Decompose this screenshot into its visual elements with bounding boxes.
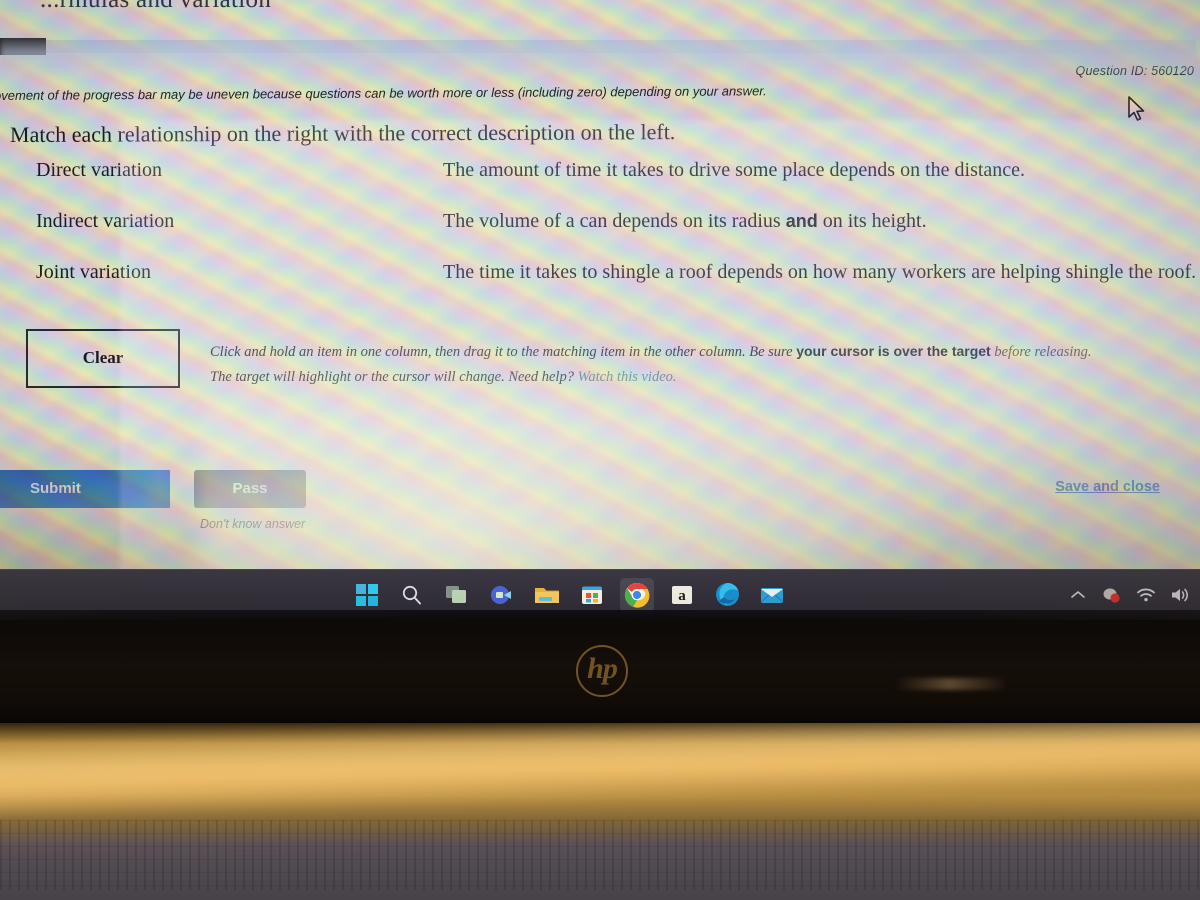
drag-instructions: Click and hold an item in one column, th…: [210, 339, 1160, 390]
svg-text:a: a: [678, 588, 686, 604]
pass-caption: Don't know answer: [200, 517, 306, 531]
volume-icon[interactable]: [1170, 585, 1190, 605]
match-left-item-1[interactable]: Direct variation: [30, 156, 168, 185]
screen-bottom-edge: [0, 610, 1200, 620]
match-row: Indirect variation The volume of a can d…: [0, 207, 1200, 258]
bezel-reflection: [895, 678, 1005, 690]
progress-bar: [0, 38, 1196, 55]
google-chrome-icon[interactable]: [620, 577, 654, 612]
match-row: Direct variation The amount of time it t…: [0, 156, 1200, 207]
file-explorer-icon[interactable]: [530, 578, 564, 612]
microsoft-store-icon[interactable]: [575, 578, 609, 612]
drag-instructions-line-1-a: Click and hold an item in one column, th…: [210, 344, 797, 360]
mail-icon[interactable]: [755, 578, 789, 612]
match-left-item-3[interactable]: Joint variation: [30, 258, 157, 287]
match-right-item-2[interactable]: The volume of a can depends on its radiu…: [437, 207, 933, 236]
photo-of-laptop-screen: hp ...rmulas and variation Question ID: …: [0, 0, 1200, 900]
matching-area: Direct variation The amount of time it t…: [0, 156, 1200, 309]
progress-bar-fill: [0, 38, 46, 55]
drag-instructions-emphasis: your cursor is over the target: [796, 343, 991, 359]
question-prompt: Match each relationship on the right wit…: [9, 119, 676, 147]
pass-button[interactable]: Pass: [194, 470, 306, 508]
save-and-close-link[interactable]: Save and close: [1055, 479, 1160, 495]
drag-instructions-line-2-a: The target will highlight or the cursor …: [210, 369, 578, 385]
wifi-icon[interactable]: [1136, 585, 1156, 605]
chat-icon[interactable]: [485, 578, 519, 612]
hp-logo: hp: [576, 645, 628, 697]
match-left-item-2[interactable]: Indirect variation: [30, 207, 180, 236]
search-icon[interactable]: [395, 578, 429, 612]
notification-alert-icon[interactable]: [1102, 585, 1122, 605]
microsoft-edge-icon[interactable]: [710, 578, 744, 612]
drag-instructions-line-2: The target will highlight or the cursor …: [210, 365, 1160, 390]
match-row: Joint variation The time it takes to shi…: [0, 258, 1200, 309]
show-hidden-icons-chevron-icon[interactable]: [1068, 585, 1088, 605]
match-right-item-2-text-pre: The volume of a can depends on its radiu…: [443, 210, 786, 232]
submit-button[interactable]: Submit: [0, 470, 170, 508]
question-id-label: Question ID: 560120: [1075, 64, 1194, 78]
amazon-icon[interactable]: a: [665, 578, 699, 612]
laptop-screen: ...rmulas and variation Question ID: 560…: [0, 0, 1200, 620]
drag-instructions-line-1-b: before releasing.: [990, 344, 1092, 360]
match-right-item-1-text: The amount of time it takes to drive som…: [443, 159, 1026, 181]
progress-note-text: ovement of the progress bar may be uneve…: [0, 83, 767, 103]
clear-button[interactable]: Clear: [26, 329, 180, 388]
match-right-item-2-text-post: on its height.: [817, 210, 927, 232]
start-icon[interactable]: [350, 578, 384, 612]
page-title-clipped: ...rmulas and variation: [40, 0, 271, 14]
match-right-item-1[interactable]: The amount of time it takes to drive som…: [437, 156, 1031, 185]
task-view-icon[interactable]: [440, 578, 474, 612]
watch-video-link[interactable]: Watch this video.: [578, 369, 677, 385]
match-right-item-2-text-bold: and: [785, 211, 818, 231]
drag-instructions-line-1: Click and hold an item in one column, th…: [210, 339, 1160, 365]
mouse-cursor-icon: [1128, 96, 1145, 121]
quiz-content: ...rmulas and variation Question ID: 560…: [0, 0, 1200, 570]
progress-bar-track: [46, 40, 1196, 53]
match-right-item-3[interactable]: The time it takes to shingle a roof depe…: [437, 258, 1200, 287]
